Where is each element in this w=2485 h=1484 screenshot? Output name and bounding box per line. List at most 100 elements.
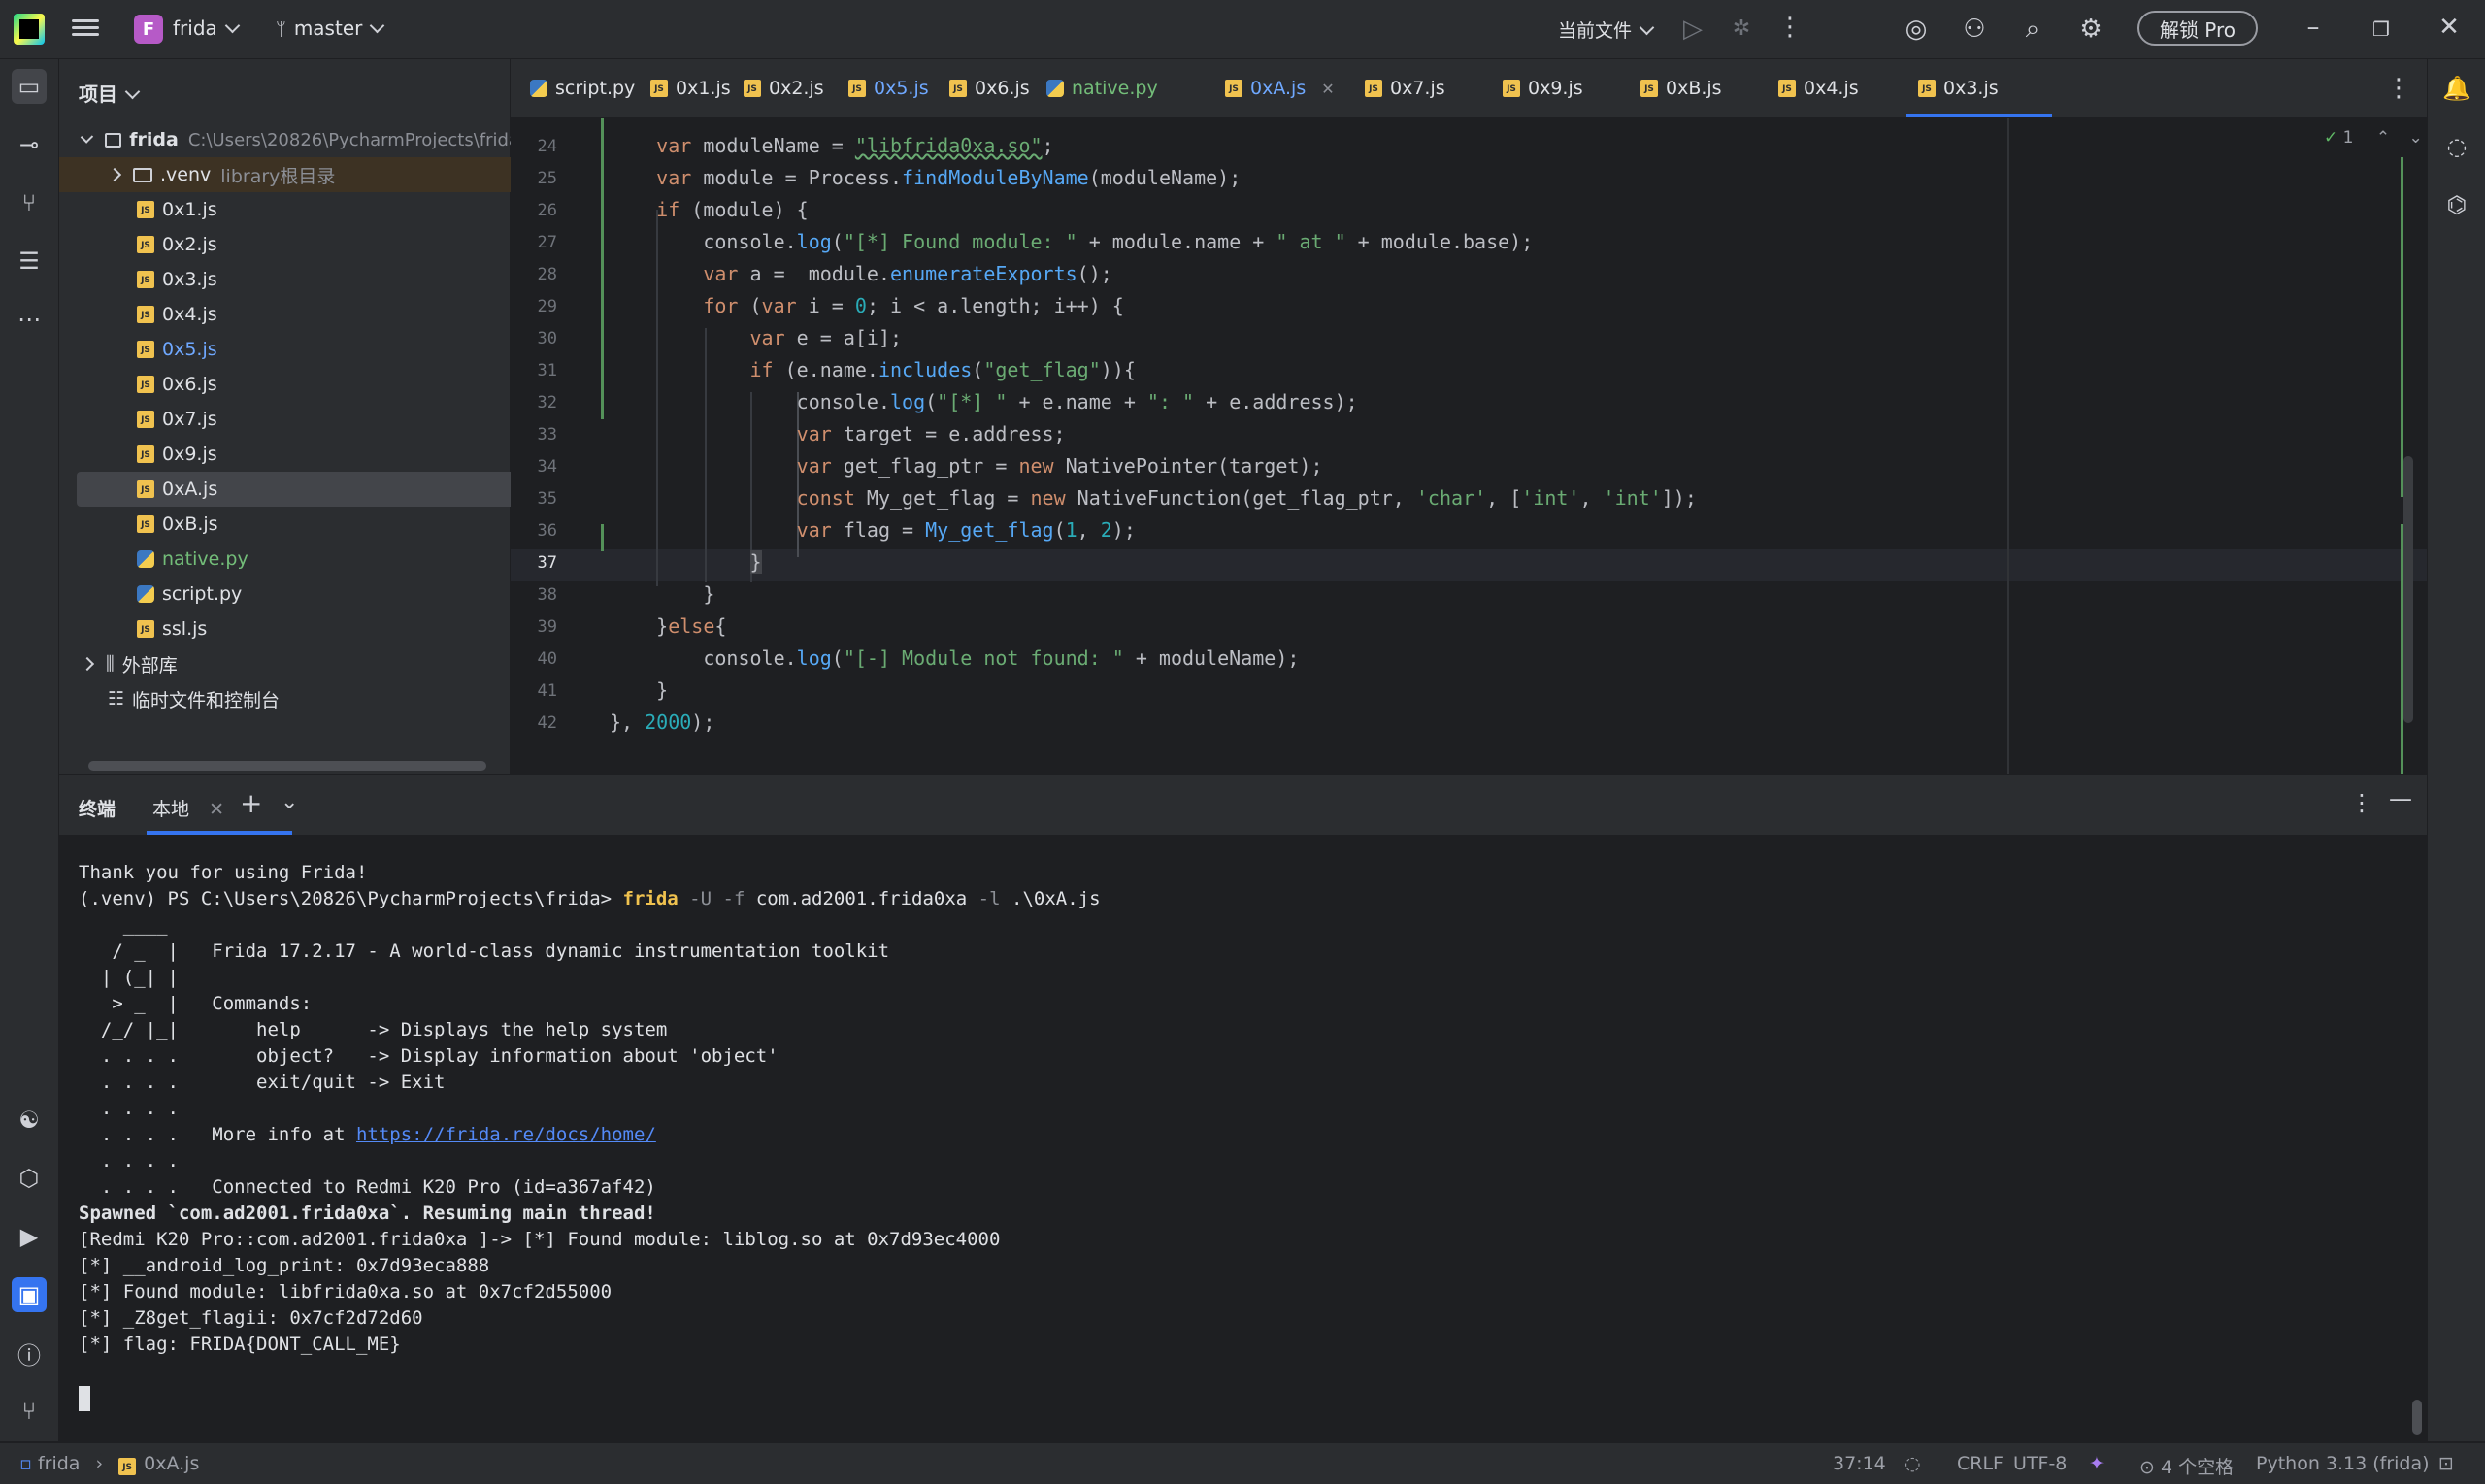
- tree-item-venv[interactable]: .venv library根目录: [59, 157, 512, 192]
- commit-icon[interactable]: ⊸: [12, 127, 47, 162]
- terminal-output[interactable]: Thank you for using Frida! (.venv) PS C:…: [59, 835, 2427, 1441]
- python-file-icon: [1046, 80, 1064, 97]
- editor-scrollbar[interactable]: [2403, 456, 2413, 723]
- tree-item-file[interactable]: JS 0xB.js: [59, 507, 574, 542]
- project-badge[interactable]: F: [134, 15, 163, 44]
- restore-icon[interactable]: ❐: [2365, 15, 2398, 44]
- problems-icon[interactable]: ⓘ: [12, 1336, 47, 1370]
- editor-tab[interactable]: JS 0xB.js: [1640, 59, 1722, 117]
- project-panel-title[interactable]: 项目: [79, 79, 141, 107]
- terminal-cursor: [79, 1386, 90, 1411]
- lock-icon[interactable]: ⊡: [2438, 1453, 2454, 1474]
- editor-tab[interactable]: JS 0x9.js: [1503, 59, 1583, 117]
- code-editor[interactable]: 23 24 25 26 27 28 29 30 31 32 33 34 35 36 37 38 39 40 41 42…: [511, 118, 2427, 774]
- notifications-bell-icon[interactable]: 🔔: [2439, 71, 2474, 106]
- more-actions-icon[interactable]: ⋮: [1773, 13, 1806, 42]
- tree-root-frida[interactable]: frida C:\Users\20826\PycharmProjects\fri…: [59, 122, 519, 157]
- frida-docs-link[interactable]: https://frida.re/docs/home/: [356, 1124, 656, 1145]
- editor-tab[interactable]: JS 0x7.js: [1365, 59, 1445, 117]
- editor-tab[interactable]: native.py: [1046, 59, 1158, 117]
- branch-switcher[interactable]: ᛘ master: [276, 16, 385, 40]
- run-config-selector[interactable]: 当前文件: [1558, 16, 1655, 43]
- settings-gear-icon[interactable]: ⚙: [2074, 15, 2107, 44]
- expand-arrow-icon[interactable]: [80, 130, 94, 144]
- terminal-options-icon[interactable]: ⋮: [2350, 789, 2373, 816]
- terminal-dropdown-icon[interactable]: ⌄: [281, 790, 298, 814]
- debug-icon[interactable]: ✲: [1725, 15, 1758, 44]
- editor-tab[interactable]: JS 0xA.js ✕: [1225, 59, 1335, 117]
- tree-item-file[interactable]: JS 0x1.js: [59, 192, 574, 227]
- collapse-arrow-icon[interactable]: [107, 167, 122, 182]
- caret-position[interactable]: 37:14: [1833, 1453, 1886, 1474]
- terminal-line: . . . . More info at https://frida.re/do…: [79, 1124, 656, 1145]
- services-icon[interactable]: ▶: [12, 1219, 47, 1254]
- tab-label: 0x9.js: [1528, 78, 1583, 99]
- hide-panel-icon[interactable]: —: [2389, 785, 2412, 812]
- line-separator[interactable]: CRLF: [1957, 1453, 2004, 1474]
- close-window-icon[interactable]: ✕: [2433, 13, 2466, 42]
- python-console-icon[interactable]: ☯: [12, 1103, 47, 1138]
- ai-chat-icon[interactable]: ◌: [2439, 129, 2474, 164]
- tree-item-file[interactable]: JS ssl.js: [59, 611, 574, 646]
- editor-tab[interactable]: script.py: [530, 59, 635, 117]
- tree-item-file[interactable]: JS 0x5.js: [59, 332, 574, 367]
- editor-tab[interactable]: JS 0x1.js: [650, 59, 731, 117]
- new-terminal-icon[interactable]: +: [240, 787, 262, 819]
- js-file-icon: JS: [1365, 80, 1382, 97]
- editor-tab[interactable]: JS 0x5.js: [848, 59, 929, 117]
- tree-item-file[interactable]: native.py: [59, 542, 574, 577]
- code-line-25: var module = Process.findModuleByName(mo…: [656, 166, 1242, 189]
- chevron-down-icon[interactable]: ⌄: [2409, 128, 2423, 148]
- horizontal-scrollbar[interactable]: [88, 761, 486, 771]
- js-file-icon: JS: [137, 201, 154, 218]
- editor-tab[interactable]: JS 0x4.js: [1778, 59, 1859, 117]
- tree-item-file[interactable]: JS 0x7.js: [59, 402, 574, 437]
- chevron-up-icon[interactable]: ⌃: [2376, 128, 2390, 148]
- project-folder-icon[interactable]: ▭: [12, 69, 47, 104]
- terminal-prompt-line: (.venv) PS C:\Users\20826\PycharmProject…: [79, 888, 1101, 909]
- main-menu-icon[interactable]: [72, 16, 99, 43]
- close-tab-icon[interactable]: ✕: [209, 799, 224, 820]
- add-user-icon[interactable]: ⚇: [1958, 15, 1991, 44]
- editor-tab[interactable]: JS 0x3.js: [1918, 59, 1999, 117]
- ai-assistant-icon[interactable]: ◎: [1900, 15, 1933, 44]
- tree-item-file[interactable]: JS 0x6.js: [59, 367, 574, 402]
- structure-icon[interactable]: ☰: [12, 244, 47, 279]
- plugin-icon[interactable]: ⌬: [2439, 187, 2474, 222]
- file-encoding[interactable]: UTF-8: [2013, 1453, 2067, 1474]
- tree-item-file[interactable]: script.py: [59, 577, 574, 611]
- js-file-icon: JS: [137, 236, 154, 253]
- breadcrumb[interactable]: ▫ frida › JS 0xA.js: [19, 1453, 199, 1475]
- terminal-tab-local[interactable]: 本地 ✕: [152, 795, 224, 821]
- tree-item-file[interactable]: JS 0x3.js: [59, 262, 574, 297]
- tree-item-external-libraries[interactable]: ⫼ 外部库: [59, 646, 519, 681]
- inspection-widget[interactable]: ✓ 1 ⌃ ⌄: [2324, 128, 2423, 148]
- project-switcher[interactable]: frida: [173, 16, 241, 40]
- run-icon[interactable]: ▷: [1676, 15, 1709, 44]
- python-interpreter[interactable]: Python 3.13 (frida): [2256, 1453, 2430, 1474]
- editor-tab[interactable]: JS 0x2.js: [744, 59, 824, 117]
- terminal-icon[interactable]: ▣: [12, 1277, 47, 1312]
- pull-request-icon[interactable]: ⑂: [12, 185, 47, 220]
- collapse-arrow-icon[interactable]: [80, 656, 95, 672]
- tree-item-file[interactable]: JS 0x9.js: [59, 437, 574, 472]
- search-icon[interactable]: ⌕: [2016, 15, 2049, 44]
- tab-overflow-menu-icon[interactable]: ⋮: [2382, 74, 2415, 103]
- line-number: 29: [537, 297, 557, 316]
- python-packages-icon[interactable]: ⬡: [12, 1161, 47, 1196]
- ai-widget-icon[interactable]: ✦: [2089, 1453, 2104, 1474]
- close-tab-icon[interactable]: ✕: [1321, 80, 1334, 98]
- python-file-icon: [137, 550, 154, 568]
- minimize-icon[interactable]: –: [2297, 13, 2330, 42]
- tree-item-scratches[interactable]: ☷ 临时文件和控制台: [59, 681, 545, 716]
- unlock-pro-button[interactable]: 解锁 Pro: [2137, 11, 2258, 46]
- editor-tab[interactable]: JS 0x6.js: [949, 59, 1030, 117]
- read-only-toggle-icon[interactable]: ◌: [1905, 1453, 1921, 1474]
- tree-item-file[interactable]: JS 0x4.js: [59, 297, 574, 332]
- terminal-scrollbar[interactable]: [2412, 1400, 2422, 1435]
- git-icon[interactable]: ⑂: [12, 1394, 47, 1429]
- more-tools-icon[interactable]: ⋯: [12, 302, 47, 337]
- tree-item-file[interactable]: JS 0x2.js: [59, 227, 574, 262]
- folder-icon: [104, 132, 122, 148]
- indent-settings[interactable]: ⊙ 4 个空格: [2139, 1453, 2234, 1479]
